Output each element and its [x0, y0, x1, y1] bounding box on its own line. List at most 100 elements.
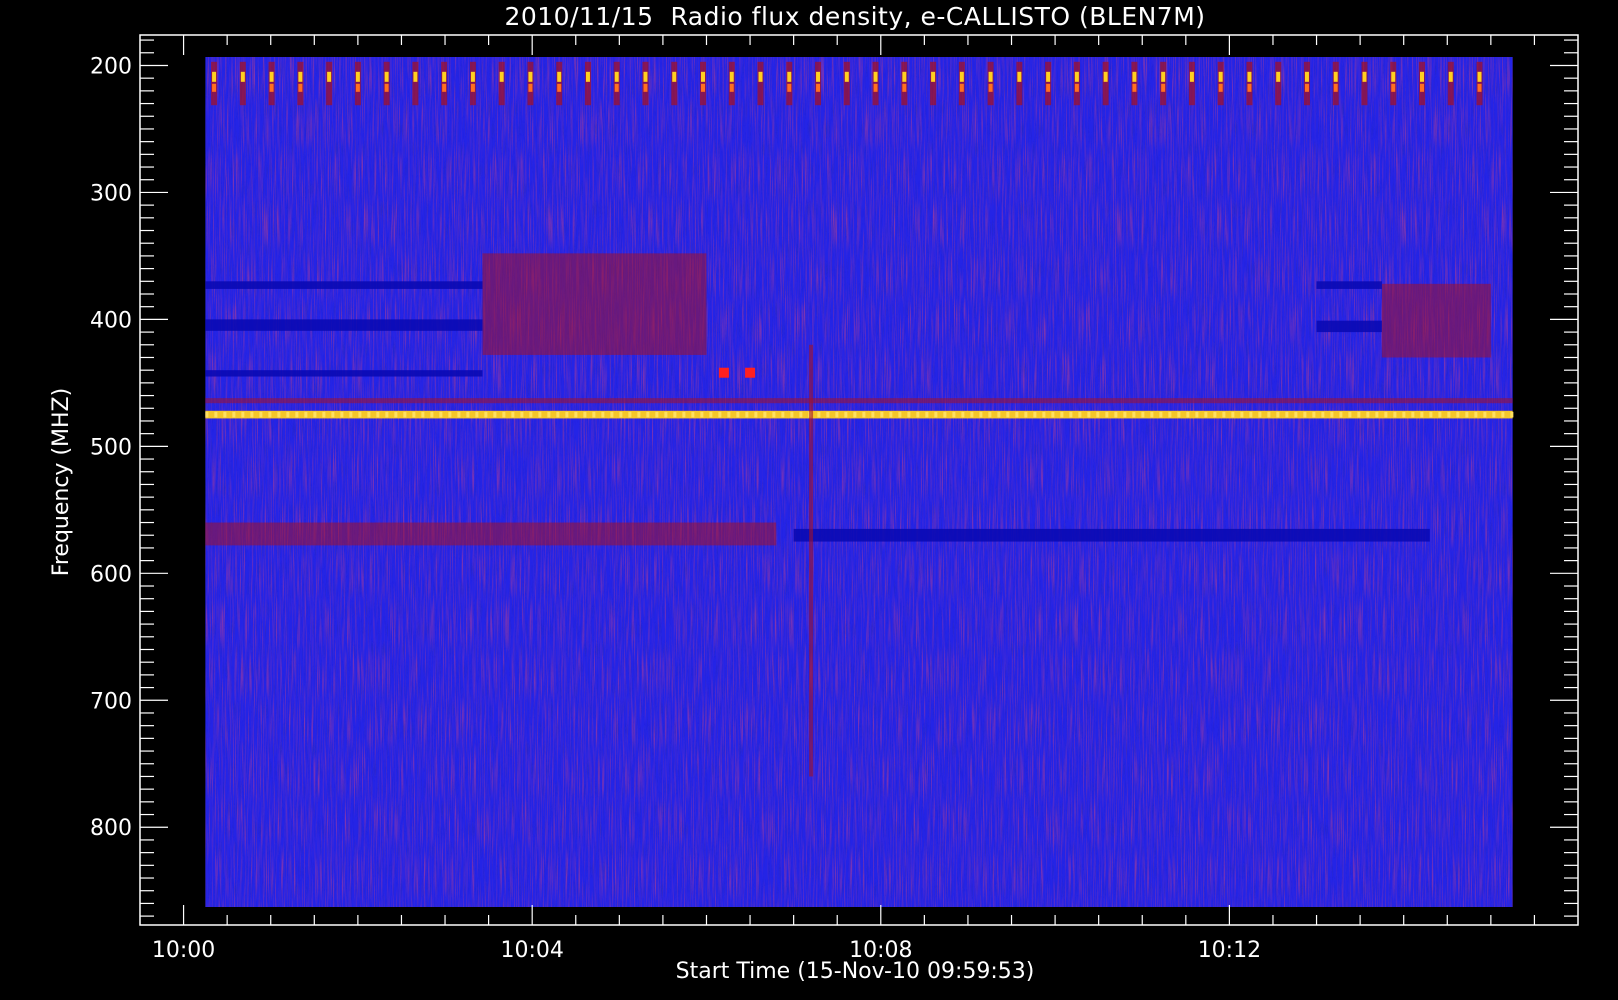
burst-mark-secondary: [1419, 83, 1424, 92]
low-emission-band: [793, 528, 1430, 542]
band-hotspot: [799, 411, 803, 418]
burst-mark-secondary: [1247, 83, 1252, 92]
burst-halo: [1045, 61, 1052, 106]
burst-mark: [844, 71, 849, 82]
band-hotspot: [1294, 411, 1298, 418]
burst-halo: [872, 61, 879, 106]
burst-halo: [728, 61, 735, 106]
burst-mark-secondary: [1074, 83, 1079, 92]
burst-mark-secondary: [1333, 83, 1338, 92]
burst-mark-secondary: [557, 83, 562, 92]
band-hotspot: [772, 411, 776, 418]
band-hotspot: [1303, 411, 1307, 418]
band-hotspot: [1114, 411, 1118, 418]
band-hotspot: [1321, 411, 1325, 418]
burst-mark: [1103, 71, 1108, 82]
band-hotspot: [1348, 411, 1352, 418]
band-hotspot: [259, 411, 263, 418]
burst-mark-secondary: [1161, 83, 1166, 92]
band-hotspot: [1195, 411, 1199, 418]
burst-mark-secondary: [1218, 83, 1223, 92]
burst-mark: [1448, 71, 1453, 82]
band-hotspot: [295, 411, 299, 418]
band-hotspot: [1222, 411, 1226, 418]
burst-halo: [1073, 61, 1080, 106]
burst-halo: [1447, 61, 1454, 106]
burst-mark-secondary: [816, 83, 821, 92]
band-hotspot: [367, 411, 371, 418]
band-hotspot: [1483, 411, 1487, 418]
x-tick-label: 10:00: [152, 938, 215, 963]
band-hotspot: [700, 411, 704, 418]
y-tick-label: 800: [90, 816, 132, 841]
burst-mark-secondary: [988, 83, 993, 92]
band-hotspot: [988, 411, 992, 418]
band-hotspot: [268, 411, 272, 418]
band-hotspot: [718, 411, 722, 418]
band-hotspot: [448, 411, 452, 418]
emission-band: [482, 253, 707, 355]
band-hotspot: [1393, 411, 1397, 418]
burst-halo: [1160, 61, 1167, 106]
band-hotspot: [1249, 411, 1253, 418]
burst-mark-secondary: [1391, 83, 1396, 92]
vertical-streak: [809, 344, 814, 777]
band-hotspot: [961, 411, 965, 418]
burst-mark: [931, 71, 936, 82]
burst-mark-secondary: [959, 83, 964, 92]
burst-mark: [988, 71, 993, 82]
burst-halo: [1131, 61, 1138, 106]
band-hotspot: [1267, 411, 1271, 418]
burst-halo: [1102, 61, 1109, 106]
band-hotspot: [1384, 411, 1388, 418]
burst-mark-secondary: [470, 83, 475, 92]
burst-halo: [987, 61, 994, 106]
burst-mark-secondary: [700, 83, 705, 92]
emission-band: [205, 410, 1513, 419]
burst-halo: [1275, 61, 1282, 106]
band-hotspot: [232, 411, 236, 418]
burst-halo: [815, 61, 822, 106]
band-hotspot: [979, 411, 983, 418]
band-hotspot: [1231, 411, 1235, 418]
burst-mark: [787, 71, 792, 82]
spectrogram-chart: 10:00 10:04 10:08 10:1220030040050060070080…: [0, 0, 1618, 1000]
band-hotspot: [1033, 411, 1037, 418]
band-hotspot: [664, 411, 668, 418]
burst-halo: [211, 61, 218, 106]
band-hotspot: [277, 411, 281, 418]
burst-mark-secondary: [1477, 83, 1482, 92]
band-hotspot: [763, 411, 767, 418]
burst-mark-secondary: [212, 83, 217, 92]
burst-mark-secondary: [298, 83, 303, 92]
band-hotspot: [745, 411, 749, 418]
low-emission-band: [205, 370, 483, 377]
burst-halo: [1188, 61, 1195, 106]
band-hotspot: [619, 411, 623, 418]
burst-mark-secondary: [1304, 83, 1309, 92]
burst-halo: [383, 61, 390, 106]
burst-halo: [1418, 61, 1425, 106]
band-hotspot: [709, 411, 713, 418]
band-hotspot: [817, 411, 821, 418]
band-hotspot: [1078, 411, 1082, 418]
band-hotspot: [826, 411, 830, 418]
band-hotspot: [898, 411, 902, 418]
burst-halo: [1016, 61, 1023, 106]
spectrogram-noise-dark: [205, 57, 1513, 907]
plot-image: [205, 57, 1514, 907]
band-hotspot: [1492, 411, 1496, 418]
band-hotspot: [1015, 411, 1019, 418]
low-emission-band: [1316, 281, 1382, 289]
band-hotspot: [1123, 411, 1127, 418]
burst-mark: [873, 71, 878, 82]
y-axis-title: Frequency (MHZ): [49, 388, 74, 576]
burst-halo: [757, 61, 764, 106]
y-tick-label: 700: [90, 689, 132, 714]
burst-halo: [671, 61, 678, 106]
band-hotspot: [934, 411, 938, 418]
burst-halo: [1246, 61, 1253, 106]
burst-mark-secondary: [787, 83, 792, 92]
band-hotspot: [1069, 411, 1073, 418]
burst-halo: [268, 61, 275, 106]
